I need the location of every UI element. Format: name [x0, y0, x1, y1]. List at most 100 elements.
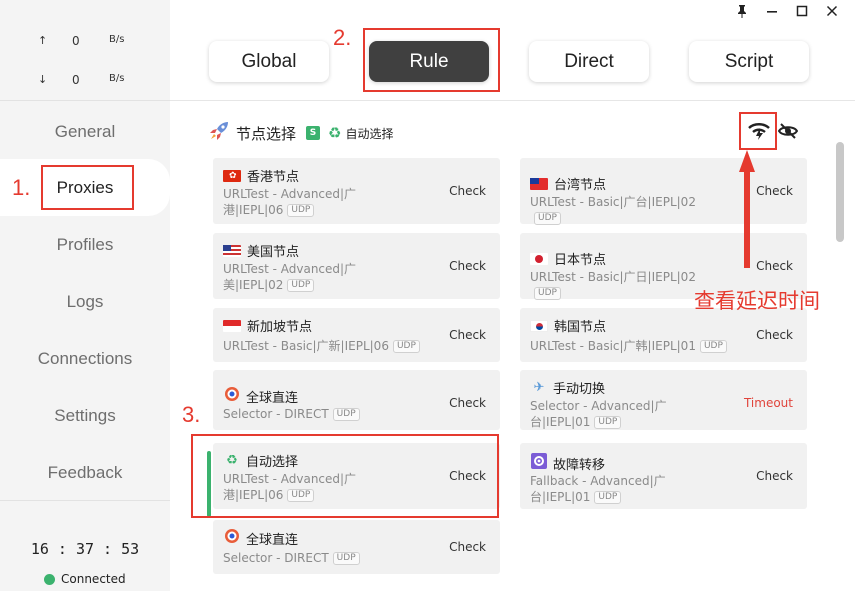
- recycle-icon: ♻: [328, 124, 342, 142]
- check-button[interactable]: Check: [449, 184, 486, 198]
- upload-speed: ↑ 0 B/s: [0, 34, 170, 54]
- udp-badge: UDP: [534, 212, 561, 225]
- proxy-card-tw[interactable]: 台湾节点 URLTest - Basic|广台|IEPL|02 UDP Check: [520, 158, 807, 225]
- sidebar-item-general[interactable]: General: [0, 103, 170, 160]
- group-type-badge: S: [306, 126, 321, 140]
- sidebar-item-connections[interactable]: Connections: [0, 330, 170, 387]
- download-arrow-icon: ↓: [38, 73, 48, 86]
- proxy-card-manual[interactable]: ✈ 手动切换 Selector - Advanced|广台|IEPL|01 UDP …: [520, 370, 807, 430]
- udp-badge: UDP: [594, 491, 622, 504]
- download-value: 0: [72, 73, 80, 87]
- proxy-card-kr[interactable]: 韩国节点 URLTest - Basic|广韩|IEPL|01 UDP Check: [520, 308, 807, 362]
- upload-arrow-icon: ↑: [38, 34, 48, 47]
- scrollbar[interactable]: [836, 142, 844, 242]
- proxy-name: 故障转移: [553, 457, 606, 473]
- proxy-name: 日本节点: [554, 253, 607, 268]
- udp-badge: UDP: [392, 340, 420, 353]
- group-selected-proxy: 自动选择: [345, 126, 394, 141]
- check-button[interactable]: Check: [756, 259, 793, 273]
- proxy-card-fallback[interactable]: 故障转移 Fallback - Advanced|广台|IEPL|01 UDP C…: [520, 443, 807, 509]
- proxy-desc: URLTest - Basic|广台|IEPL|02: [530, 195, 696, 209]
- annotation-step-1: 1.: [12, 175, 31, 200]
- annotation-box-rule: [363, 28, 500, 92]
- check-button[interactable]: Check: [449, 396, 486, 410]
- download-unit: B/s: [109, 73, 125, 84]
- upload-value: 0: [72, 34, 80, 48]
- check-button[interactable]: Check: [449, 540, 486, 554]
- rocket-icon: [208, 120, 230, 146]
- check-button[interactable]: Check: [449, 328, 486, 342]
- proxy-group-header[interactable]: 节点选择 S ♻ 自动选择: [208, 120, 393, 146]
- close-icon[interactable]: [817, 0, 847, 22]
- jp-flag-icon: [530, 252, 548, 265]
- udp-badge: UDP: [287, 279, 315, 292]
- gear-icon: [530, 453, 548, 473]
- proxy-desc: Selector - DIRECT: [223, 407, 329, 421]
- check-button[interactable]: Check: [756, 469, 793, 483]
- proxy-desc: Selector - DIRECT: [223, 551, 329, 565]
- udp-badge: UDP: [594, 416, 622, 429]
- upload-unit: B/s: [109, 34, 125, 45]
- proxy-name: 韩国节点: [554, 320, 607, 335]
- proxy-name: 手动切换: [553, 382, 606, 397]
- sidebar-item-settings[interactable]: Settings: [0, 387, 170, 444]
- annotation-latency-note: 查看延迟时间: [694, 290, 820, 313]
- proxy-card-direct-2[interactable]: 全球直连 Selector - DIRECT UDP Check: [213, 520, 500, 574]
- airplane-icon: ✈: [533, 380, 545, 395]
- hk-flag-icon: ✿: [223, 169, 241, 182]
- kr-flag-icon: [530, 319, 548, 332]
- pin-icon[interactable]: [727, 0, 757, 22]
- proxy-desc: URLTest - Basic|广韩|IEPL|01: [530, 339, 696, 353]
- udp-badge: UDP: [287, 204, 315, 217]
- connection-status: Connected: [44, 572, 126, 586]
- us-flag-icon: [223, 244, 241, 257]
- proxy-name: 新加坡节点: [247, 320, 313, 335]
- annotation-step-3: 3.: [182, 402, 201, 427]
- app-window: ↑ 0 B/s ↓ 0 B/s General Proxies Profiles…: [0, 0, 855, 591]
- proxy-desc: URLTest - Basic|广新|IEPL|06: [223, 339, 389, 353]
- tw-flag-icon: [530, 177, 548, 190]
- sidebar-item-profiles[interactable]: Profiles: [0, 216, 170, 273]
- annotation-box-latency: [739, 112, 777, 150]
- sidebar-divider-bottom: [0, 500, 170, 501]
- udp-badge: UDP: [332, 408, 360, 421]
- annotation-arrow: [737, 150, 757, 272]
- annotation-box-proxies: [41, 165, 134, 210]
- header-divider: [170, 100, 855, 101]
- proxy-desc: URLTest - Basic|广日|IEPL|02: [530, 270, 696, 284]
- status-text: Connected: [61, 572, 126, 586]
- udp-badge: UDP: [699, 340, 727, 353]
- uptime-clock: 16 : 37 : 53: [30, 540, 140, 558]
- mode-tab-script[interactable]: Script: [689, 41, 809, 82]
- udp-badge: UDP: [332, 552, 360, 565]
- annotation-box-auto-select: [191, 434, 499, 518]
- group-name: 节点选择: [236, 124, 297, 143]
- annotation-step-2: 2.: [333, 25, 352, 50]
- download-speed: ↓ 0 B/s: [0, 73, 170, 93]
- hide-icon[interactable]: [777, 122, 799, 140]
- proxy-card-hk[interactable]: ✿ 香港节点 URLTest - Advanced|广港|IEPL|06 UDP C…: [213, 158, 500, 224]
- timeout-label[interactable]: Timeout: [744, 396, 793, 410]
- proxy-name: 全球直连: [246, 390, 299, 406]
- sidebar-item-logs[interactable]: Logs: [0, 273, 170, 330]
- minimize-icon[interactable]: [757, 0, 787, 22]
- sidebar: ↑ 0 B/s ↓ 0 B/s General Proxies Profiles…: [0, 0, 170, 591]
- mode-tab-global[interactable]: Global: [209, 41, 329, 82]
- sidebar-item-feedback[interactable]: Feedback: [0, 444, 170, 501]
- proxy-name: 全球直连: [246, 532, 299, 548]
- maximize-icon[interactable]: [787, 0, 817, 22]
- target-icon: [223, 386, 241, 406]
- target-icon: [223, 528, 241, 548]
- status-dot-icon: [44, 573, 55, 585]
- check-button[interactable]: Check: [756, 328, 793, 342]
- sidebar-divider: [0, 100, 170, 101]
- proxy-name: 台湾节点: [554, 178, 607, 193]
- mode-tab-direct[interactable]: Direct: [529, 41, 649, 82]
- check-button[interactable]: Check: [756, 184, 793, 198]
- proxy-card-direct[interactable]: 全球直连 Selector - DIRECT UDP Check: [213, 370, 500, 430]
- check-button[interactable]: Check: [449, 259, 486, 273]
- proxy-card-sg[interactable]: 新加坡节点 URLTest - Basic|广新|IEPL|06 UDP Chec…: [213, 308, 500, 362]
- proxy-name: 美国节点: [247, 245, 300, 260]
- sg-flag-icon: [223, 319, 241, 332]
- proxy-card-us[interactable]: 美国节点 URLTest - Advanced|广美|IEPL|02 UDP Ch…: [213, 233, 500, 299]
